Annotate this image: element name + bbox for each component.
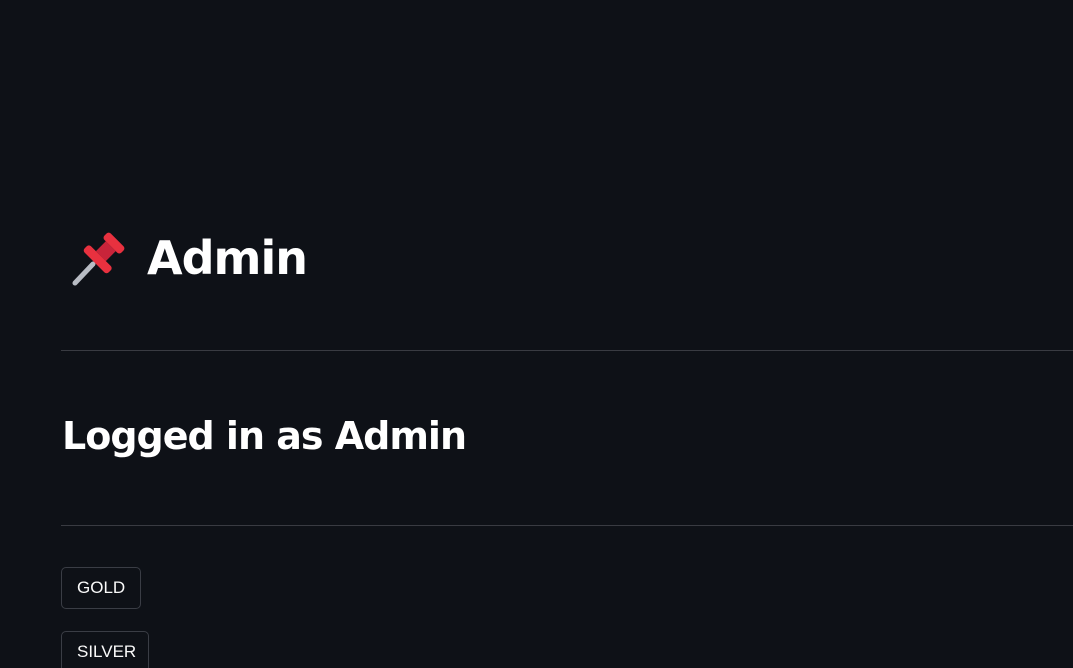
logged-in-heading: Logged in as Admin xyxy=(62,414,467,458)
divider xyxy=(61,525,1073,526)
gold-button[interactable]: GOLD xyxy=(61,567,141,609)
page-header: Admin xyxy=(69,226,308,290)
pushpin-icon xyxy=(69,228,129,288)
divider xyxy=(61,350,1073,351)
silver-button[interactable]: SILVER xyxy=(61,631,149,668)
page-title: Admin xyxy=(147,231,308,285)
app-root: Admin Logged in as Admin GOLD SILVER xyxy=(0,0,1073,668)
